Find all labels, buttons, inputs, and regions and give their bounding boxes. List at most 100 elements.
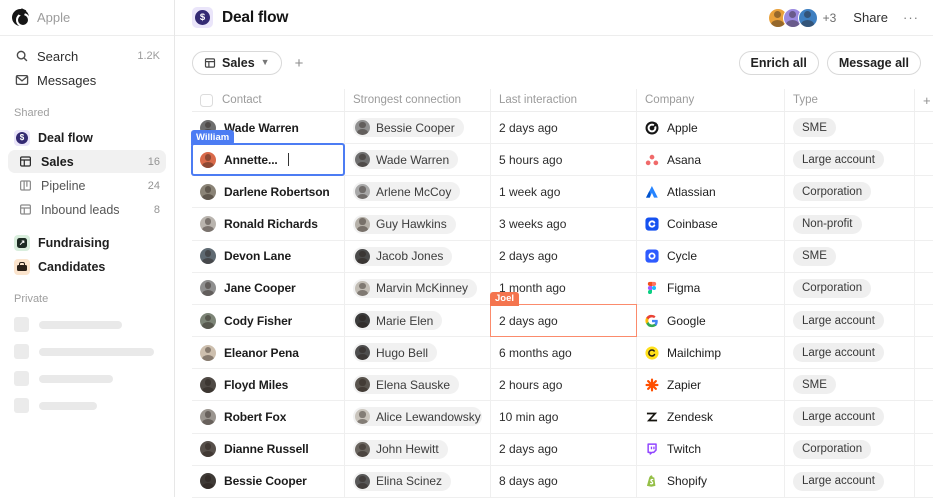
last-interaction-cell[interactable]: 6 months ago bbox=[491, 337, 637, 368]
sidebar-item-inbound-leads[interactable]: Inbound leads 8 bbox=[8, 198, 166, 221]
type-cell[interactable]: Large account bbox=[785, 305, 915, 336]
sidebar-item-candidates[interactable]: Candidates bbox=[8, 255, 166, 278]
contact-cell[interactable]: Dianne Russell bbox=[192, 434, 345, 465]
private-placeholder-item[interactable] bbox=[8, 398, 166, 413]
column-header-contact[interactable]: Contact bbox=[192, 89, 345, 111]
type-cell[interactable]: Non-profit bbox=[785, 208, 915, 239]
private-placeholder-item[interactable] bbox=[8, 371, 166, 386]
empty-cell[interactable] bbox=[915, 208, 933, 239]
add-view-button[interactable]: + bbox=[295, 55, 304, 72]
contact-cell[interactable]: Annette... William bbox=[192, 144, 345, 175]
last-interaction-cell[interactable]: 2 days ago bbox=[491, 434, 637, 465]
last-interaction-cell[interactable]: 2 hours ago bbox=[491, 369, 637, 400]
contact-cell[interactable]: Darlene Robertson bbox=[192, 176, 345, 207]
empty-cell[interactable] bbox=[915, 466, 933, 497]
company-cell[interactable]: Asana bbox=[637, 144, 785, 175]
type-cell[interactable]: Corporation bbox=[785, 176, 915, 207]
empty-cell[interactable] bbox=[915, 434, 933, 465]
type-cell[interactable]: SME bbox=[785, 369, 915, 400]
type-cell[interactable]: Large account bbox=[785, 401, 915, 432]
type-cell[interactable]: SME bbox=[785, 241, 915, 272]
last-interaction-cell[interactable]: 10 min ago bbox=[491, 401, 637, 432]
shared-section-label: Shared bbox=[8, 107, 166, 119]
type-cell[interactable]: Large account bbox=[785, 144, 915, 175]
type-cell[interactable]: SME bbox=[785, 112, 915, 143]
strongest-connection-cell[interactable]: John Hewitt bbox=[345, 434, 491, 465]
empty-cell[interactable] bbox=[915, 305, 933, 336]
empty-cell[interactable] bbox=[915, 369, 933, 400]
last-interaction-cell[interactable]: 2 days ago bbox=[491, 112, 637, 143]
empty-cell[interactable] bbox=[915, 241, 933, 272]
sidebar-item-messages[interactable]: Messages bbox=[8, 68, 166, 92]
add-column-button[interactable]: + bbox=[915, 89, 933, 111]
empty-cell[interactable] bbox=[915, 176, 933, 207]
last-interaction-cell[interactable]: 5 hours ago bbox=[491, 144, 637, 175]
view-selector-button[interactable]: Sales ▼ bbox=[192, 51, 282, 75]
contact-cell[interactable]: Robert Fox bbox=[192, 401, 345, 432]
type-cell[interactable]: Corporation bbox=[785, 273, 915, 304]
contact-cell[interactable]: Jane Cooper bbox=[192, 273, 345, 304]
strongest-connection-cell[interactable]: Hugo Bell bbox=[345, 337, 491, 368]
type-cell[interactable]: Large account bbox=[785, 337, 915, 368]
company-cell[interactable]: Zapier bbox=[637, 369, 785, 400]
contact-cell[interactable]: Eleanor Pena bbox=[192, 337, 345, 368]
last-interaction-cell[interactable]: 2 days ago bbox=[491, 241, 637, 272]
column-header-strongest-connection[interactable]: Strongest connection bbox=[345, 89, 491, 111]
company-cell[interactable]: Coinbase bbox=[637, 208, 785, 239]
share-button[interactable]: Share bbox=[853, 10, 888, 25]
company-cell[interactable]: Twitch bbox=[637, 434, 785, 465]
contact-cell[interactable]: Floyd Miles bbox=[192, 369, 345, 400]
contact-cell[interactable]: Devon Lane bbox=[192, 241, 345, 272]
sidebar-item-search[interactable]: Search 1.2K bbox=[8, 44, 166, 68]
type-cell[interactable]: Large account bbox=[785, 466, 915, 497]
strongest-connection-cell[interactable]: Marie Elen bbox=[345, 305, 491, 336]
company-cell[interactable]: Zendesk bbox=[637, 401, 785, 432]
select-all-checkbox[interactable] bbox=[200, 94, 213, 107]
strongest-connection-cell[interactable]: Jacob Jones bbox=[345, 241, 491, 272]
avatar[interactable] bbox=[798, 8, 818, 28]
sidebar-item-pipeline[interactable]: Pipeline 24 bbox=[8, 174, 166, 197]
company-cell[interactable]: Figma bbox=[637, 273, 785, 304]
company-cell[interactable]: Mailchimp bbox=[637, 337, 785, 368]
sidebar-item-deal-flow[interactable]: $ Deal flow bbox=[8, 126, 166, 149]
empty-cell[interactable] bbox=[915, 337, 933, 368]
empty-cell[interactable] bbox=[915, 273, 933, 304]
collaborator-avatars[interactable] bbox=[768, 8, 818, 28]
private-placeholder-item[interactable] bbox=[8, 344, 166, 359]
company-cell[interactable]: Atlassian bbox=[637, 176, 785, 207]
enrich-all-button[interactable]: Enrich all bbox=[739, 51, 819, 75]
column-header-type[interactable]: Type bbox=[785, 89, 915, 111]
column-header-last-interaction[interactable]: Last interaction bbox=[491, 89, 637, 111]
empty-cell[interactable] bbox=[915, 401, 933, 432]
contact-cell[interactable]: Cody Fisher bbox=[192, 305, 345, 336]
strongest-connection-cell[interactable]: Guy Hawkins bbox=[345, 208, 491, 239]
last-interaction-cell[interactable]: 8 days ago bbox=[491, 466, 637, 497]
avatar-overflow-count[interactable]: +3 bbox=[823, 11, 837, 25]
sidebar-item-sales[interactable]: Sales 16 bbox=[8, 150, 166, 173]
workspace-switcher[interactable]: Apple bbox=[0, 0, 174, 36]
column-header-company[interactable]: Company bbox=[637, 89, 785, 111]
strongest-connection-cell[interactable]: Bessie Cooper bbox=[345, 112, 491, 143]
strongest-connection-cell[interactable]: Elina Scinez bbox=[345, 466, 491, 497]
strongest-connection-cell[interactable]: Wade Warren bbox=[345, 144, 491, 175]
type-cell[interactable]: Corporation bbox=[785, 434, 915, 465]
last-interaction-cell[interactable]: 2 days ago Joel bbox=[491, 305, 637, 336]
private-placeholder-item[interactable] bbox=[8, 317, 166, 332]
strongest-connection-cell[interactable]: Arlene McCoy bbox=[345, 176, 491, 207]
strongest-connection-cell[interactable]: Elena Sauske bbox=[345, 369, 491, 400]
empty-cell[interactable] bbox=[915, 144, 933, 175]
last-interaction-cell[interactable]: 3 weeks ago bbox=[491, 208, 637, 239]
company-cell[interactable]: Cycle bbox=[637, 241, 785, 272]
last-interaction-cell[interactable]: 1 week ago bbox=[491, 176, 637, 207]
company-cell[interactable]: Shopify bbox=[637, 466, 785, 497]
company-cell[interactable]: Apple bbox=[637, 112, 785, 143]
contact-cell[interactable]: Bessie Cooper bbox=[192, 466, 345, 497]
empty-cell[interactable] bbox=[915, 112, 933, 143]
strongest-connection-cell[interactable]: Alice Lewandowsky bbox=[345, 401, 491, 432]
sidebar-item-fundraising[interactable]: ↗ Fundraising bbox=[8, 231, 166, 254]
more-menu-icon[interactable]: ··· bbox=[903, 10, 919, 25]
contact-cell[interactable]: Ronald Richards bbox=[192, 208, 345, 239]
company-cell[interactable]: Google bbox=[637, 305, 785, 336]
strongest-connection-cell[interactable]: Marvin McKinney bbox=[345, 273, 491, 304]
message-all-button[interactable]: Message all bbox=[827, 51, 921, 75]
